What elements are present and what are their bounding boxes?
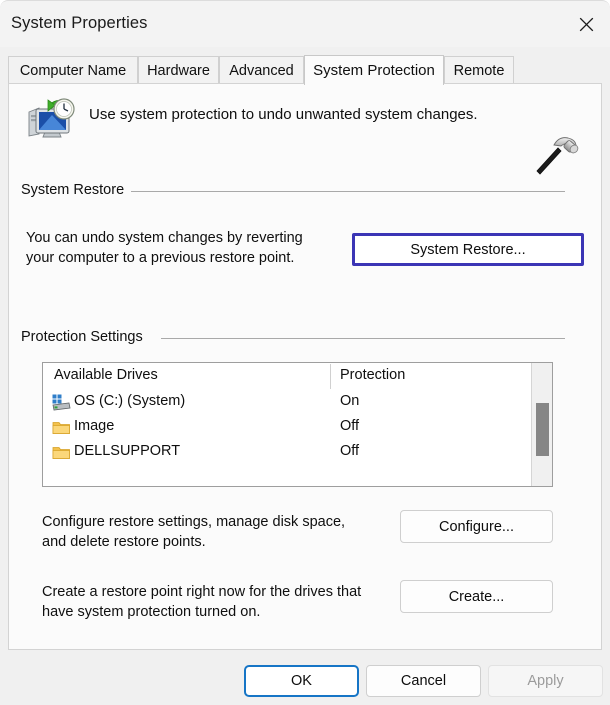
cancel-button-label: Cancel	[401, 673, 446, 689]
create-button[interactable]: Create...	[400, 580, 553, 613]
tab-label: Computer Name	[20, 63, 126, 79]
tab-computer-name[interactable]: Computer Name	[8, 56, 138, 84]
configure-button-label: Configure...	[439, 519, 514, 535]
group-divider-protection-settings	[161, 338, 565, 339]
tab-label: Advanced	[229, 63, 294, 79]
system-properties-dialog: System Properties Computer Name Hardware…	[0, 0, 610, 705]
drive-protection-state: Off	[340, 443, 359, 459]
tab-advanced[interactable]: Advanced	[219, 56, 304, 84]
tab-label: System Protection	[313, 62, 435, 79]
tab-content-panel: Use system protection to undo unwanted s…	[8, 83, 602, 650]
window-title: System Properties	[11, 14, 148, 33]
system-restore-description-line2: your computer to a previous restore poin…	[26, 248, 356, 268]
close-icon	[579, 17, 594, 32]
drive-protection-state: On	[340, 393, 359, 409]
header-description: Use system protection to undo unwanted s…	[89, 106, 478, 123]
column-header-protection: Protection	[340, 367, 405, 383]
drive-protection-state: Off	[340, 418, 359, 434]
tab-remote[interactable]: Remote	[444, 56, 514, 84]
listview-header: Available Drives Protection	[43, 363, 552, 389]
cancel-button[interactable]: Cancel	[366, 665, 481, 697]
create-description-line2: have system protection turned on.	[42, 602, 417, 622]
tab-label: Remote	[454, 63, 505, 79]
system-restore-description: You can undo system changes by reverting…	[26, 228, 356, 268]
tab-strip: Computer Name Hardware Advanced System P…	[8, 56, 602, 84]
column-divider	[330, 364, 331, 389]
ok-button-label: OK	[291, 673, 312, 689]
title-bar: System Properties	[0, 0, 610, 47]
hard-drive-icon	[52, 394, 71, 412]
create-button-label: Create...	[449, 589, 505, 605]
tab-label: Hardware	[147, 63, 210, 79]
folder-icon	[52, 444, 71, 462]
scrollbar-thumb[interactable]	[536, 403, 549, 456]
table-row[interactable]: OS (C:) (System) On	[43, 391, 552, 416]
listview-scrollbar[interactable]	[531, 363, 552, 486]
configure-description: Configure restore settings, manage disk …	[42, 512, 412, 552]
configure-button[interactable]: Configure...	[400, 510, 553, 543]
column-header-available-drives: Available Drives	[54, 367, 158, 383]
dialog-footer: OK Cancel Apply	[0, 650, 610, 705]
apply-button-label: Apply	[527, 673, 563, 689]
folder-icon	[52, 419, 71, 437]
apply-button[interactable]: Apply	[488, 665, 603, 697]
system-restore-icon	[25, 96, 75, 140]
system-restore-button[interactable]: System Restore...	[352, 233, 584, 266]
hammer-icon	[527, 130, 579, 178]
table-row[interactable]: Image Off	[43, 416, 552, 441]
ok-button[interactable]: OK	[244, 665, 359, 697]
system-restore-button-label: System Restore...	[410, 242, 525, 258]
drive-name: OS (C:) (System)	[74, 393, 185, 409]
create-description-line1: Create a restore point right now for the…	[42, 582, 417, 602]
table-row[interactable]: DELLSUPPORT Off	[43, 441, 552, 466]
create-description: Create a restore point right now for the…	[42, 582, 417, 622]
group-divider-system-restore	[131, 191, 565, 192]
system-restore-description-line1: You can undo system changes by reverting	[26, 228, 356, 248]
drive-name: DELLSUPPORT	[74, 443, 180, 459]
group-label-system-restore: System Restore	[21, 182, 131, 198]
group-label-protection-settings: Protection Settings	[21, 329, 150, 345]
available-drives-listview[interactable]: Available Drives Protection OS (C:)	[42, 362, 553, 487]
configure-description-line1: Configure restore settings, manage disk …	[42, 512, 412, 532]
drive-name: Image	[74, 418, 114, 434]
tab-hardware[interactable]: Hardware	[138, 56, 219, 84]
configure-description-line2: and delete restore points.	[42, 532, 412, 552]
tab-system-protection[interactable]: System Protection	[304, 55, 444, 85]
close-button[interactable]	[563, 1, 610, 48]
